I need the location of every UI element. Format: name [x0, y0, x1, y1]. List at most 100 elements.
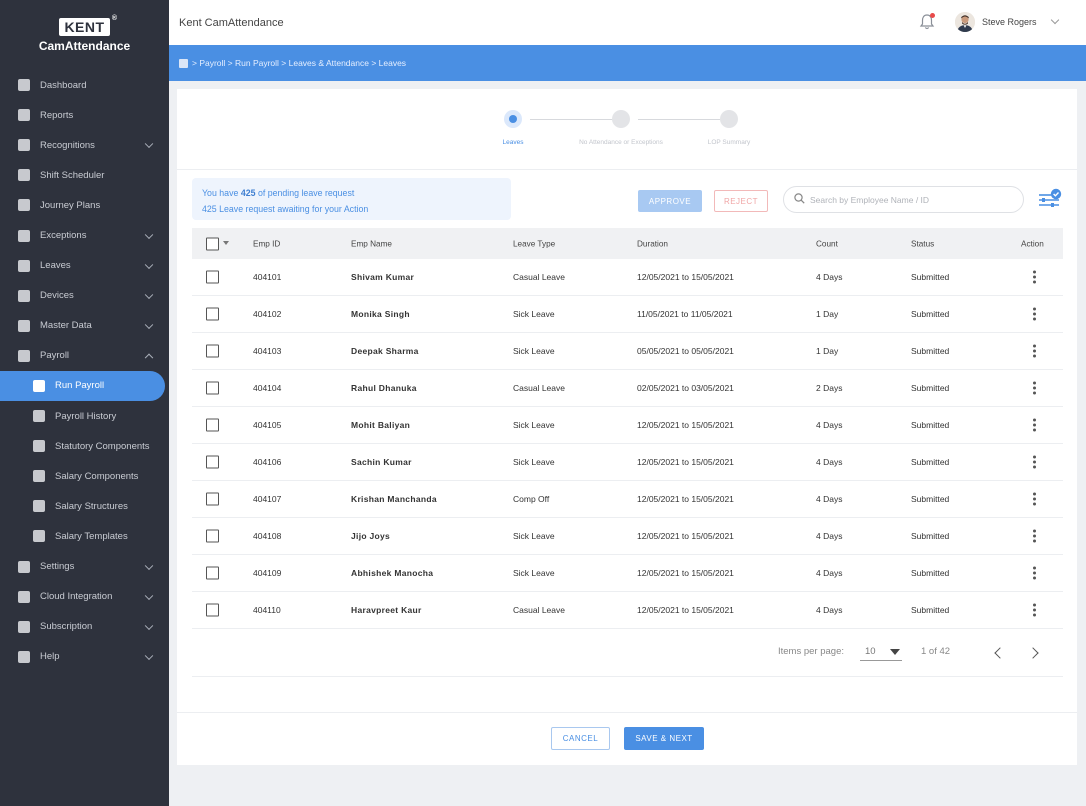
row-checkbox[interactable] [206, 344, 219, 358]
table-row[interactable]: 404104 Rahul Dhanuka Casual Leave 02/05/202… [192, 370, 1063, 407]
table-row[interactable]: 404110 Haravpreet Kaur Casual Leave 12/05/2… [192, 592, 1063, 629]
chevron-down-icon[interactable] [144, 290, 154, 299]
search-input[interactable] [810, 194, 1010, 205]
kebab-menu-icon[interactable] [1032, 344, 1036, 358]
chevron-right-icon[interactable] [1027, 647, 1039, 659]
row-checkbox[interactable] [206, 603, 219, 617]
step-lop-summary-circle[interactable] [720, 110, 738, 128]
breadcrumb: > Payroll > Run Payroll > Leaves & Atten… [169, 45, 1086, 81]
reject-button[interactable]: REJECT [714, 190, 768, 212]
row-checkbox[interactable] [206, 270, 219, 284]
sidebar-item-label: Cloud Integration [40, 591, 113, 603]
row-checkbox[interactable] [206, 455, 219, 469]
chevron-down-icon[interactable] [144, 621, 154, 630]
header-status[interactable]: Status [911, 239, 934, 248]
chevron-down-icon[interactable] [144, 591, 154, 600]
step-no-attendance-circle[interactable] [612, 110, 630, 128]
sidebar-item-devices[interactable]: Devices [0, 281, 169, 311]
table-row[interactable]: 404106 Sachin Kumar Sick Leave 12/05/2021 t… [192, 444, 1063, 481]
sidebar-item-journey-plans[interactable]: Journey Plans [0, 190, 169, 220]
chevron-down-icon[interactable] [1050, 15, 1060, 25]
sidebar-item-payroll[interactable]: Payroll [0, 341, 169, 371]
kebab-menu-icon[interactable] [1032, 566, 1036, 580]
table-row[interactable]: 404109 Abhishek Manocha Sick Leave 12/05/20… [192, 555, 1063, 592]
kebab-menu-icon[interactable] [1032, 381, 1036, 395]
payroll-history-icon [33, 410, 45, 423]
bell-icon[interactable] [919, 13, 935, 31]
sidebar-nav: Dashboard Reports Recognitions Shift Schedu… [0, 70, 169, 672]
status-badge: Submitted [911, 383, 950, 393]
sidebar-item-salary-components[interactable]: Salary Components [0, 461, 169, 491]
user-name[interactable]: Steve Rogers [982, 17, 1037, 27]
chevron-down-icon[interactable] [144, 230, 154, 239]
table-row[interactable]: 404101 Shivam Kumar Casual Leave 12/05/2021… [192, 259, 1063, 296]
sidebar-item-shift-scheduler[interactable]: Shift Scheduler [0, 160, 169, 190]
sidebar-item-exceptions[interactable]: Exceptions [0, 220, 169, 250]
sidebar-item-statutory-components[interactable]: Statutory Components [0, 431, 169, 461]
table-row[interactable]: 404108 Jijo Joys Sick Leave 12/05/2021 to 1… [192, 518, 1063, 555]
sidebar-item-dashboard[interactable]: Dashboard [0, 70, 169, 100]
settings-icon [18, 560, 30, 573]
header-emp-id[interactable]: Emp ID [253, 239, 280, 248]
sidebar-item-run-payroll[interactable]: Run Payroll [0, 370, 165, 402]
chevron-left-icon[interactable] [994, 647, 1006, 659]
sidebar-item-salary-structures[interactable]: Salary Structures [0, 491, 169, 521]
chevron-down-icon[interactable] [144, 139, 154, 149]
save-next-button[interactable]: SAVE & NEXT [624, 727, 704, 750]
sidebar-item-salary-templates[interactable]: Salary Templates [0, 521, 169, 551]
brand-logo[interactable]: KENT ® CamAttendance [0, 0, 169, 64]
select-all-checkbox[interactable] [206, 237, 219, 250]
kebab-menu-icon[interactable] [1032, 492, 1036, 506]
filter-settings-icon[interactable] [1037, 188, 1063, 210]
kebab-menu-icon[interactable] [1032, 529, 1036, 543]
sidebar-item-cloud-integration[interactable]: Cloud Integration [0, 582, 169, 612]
approve-button[interactable]: APPROVE [638, 190, 702, 212]
home-icon[interactable] [179, 58, 188, 68]
sidebar-item-label: Devices [40, 290, 74, 302]
row-checkbox[interactable] [206, 381, 219, 395]
header-leave-type[interactable]: Leave Type [513, 239, 555, 248]
chevron-down-icon[interactable] [144, 651, 154, 660]
cell-count: 2 Days [816, 383, 843, 393]
kebab-menu-icon[interactable] [1032, 270, 1036, 284]
cell-emp-id: 404101 [253, 272, 282, 282]
row-checkbox[interactable] [206, 418, 219, 432]
row-checkbox[interactable] [206, 529, 219, 543]
kebab-menu-icon[interactable] [1032, 418, 1036, 432]
row-checkbox[interactable] [206, 566, 219, 580]
pagination: Items per page: 10 1 of 42 [192, 629, 1063, 677]
avatar[interactable] [955, 12, 975, 32]
table-row[interactable]: 404103 Deepak Sharma Sick Leave 05/05/2021 … [192, 333, 1063, 370]
chevron-down-icon[interactable] [144, 561, 154, 570]
table-row[interactable]: 404107 Krishan Manchanda Comp Off 12/05/202… [192, 481, 1063, 518]
header-count[interactable]: Count [816, 239, 838, 248]
chevron-down-icon[interactable] [144, 320, 154, 329]
sidebar-item-settings[interactable]: Settings [0, 552, 169, 582]
step-leaves-circle[interactable] [504, 110, 522, 128]
header-emp-name[interactable]: Emp Name [351, 239, 392, 248]
cell-emp-id: 404104 [253, 383, 282, 393]
cancel-button[interactable]: CANCEL [551, 727, 610, 750]
sidebar-item-help[interactable]: Help [0, 642, 169, 672]
caret-down-icon[interactable] [223, 241, 229, 245]
kebab-menu-icon[interactable] [1032, 307, 1036, 321]
row-checkbox[interactable] [206, 307, 219, 321]
cell-emp-name: Krishan Manchanda [351, 494, 437, 504]
sidebar-item-payroll-history[interactable]: Payroll History [0, 401, 169, 431]
chevron-up-icon[interactable] [144, 353, 154, 362]
items-per-page-select[interactable]: 10 [860, 641, 902, 661]
table-row[interactable]: 404105 Mohit Baliyan Sick Leave 12/05/2021 … [192, 407, 1063, 444]
kebab-menu-icon[interactable] [1032, 603, 1036, 617]
sidebar-item-leaves[interactable]: Leaves [0, 251, 169, 281]
kebab-menu-icon[interactable] [1032, 455, 1036, 469]
sidebar-item-subscription[interactable]: Subscription [0, 612, 169, 642]
sidebar-item-reports[interactable]: Reports [0, 100, 169, 130]
header-duration[interactable]: Duration [637, 239, 668, 248]
sidebar-item-recognitions[interactable]: Recognitions [0, 130, 169, 160]
search-box[interactable] [783, 186, 1024, 213]
table-row[interactable]: 404102 Monika Singh Sick Leave 11/05/2021 t… [192, 296, 1063, 333]
sidebar-item-master-data[interactable]: Master Data [0, 311, 169, 341]
row-checkbox[interactable] [206, 492, 219, 506]
chevron-down-icon[interactable] [144, 260, 154, 269]
items-per-page-label: Items per page: [778, 646, 845, 657]
